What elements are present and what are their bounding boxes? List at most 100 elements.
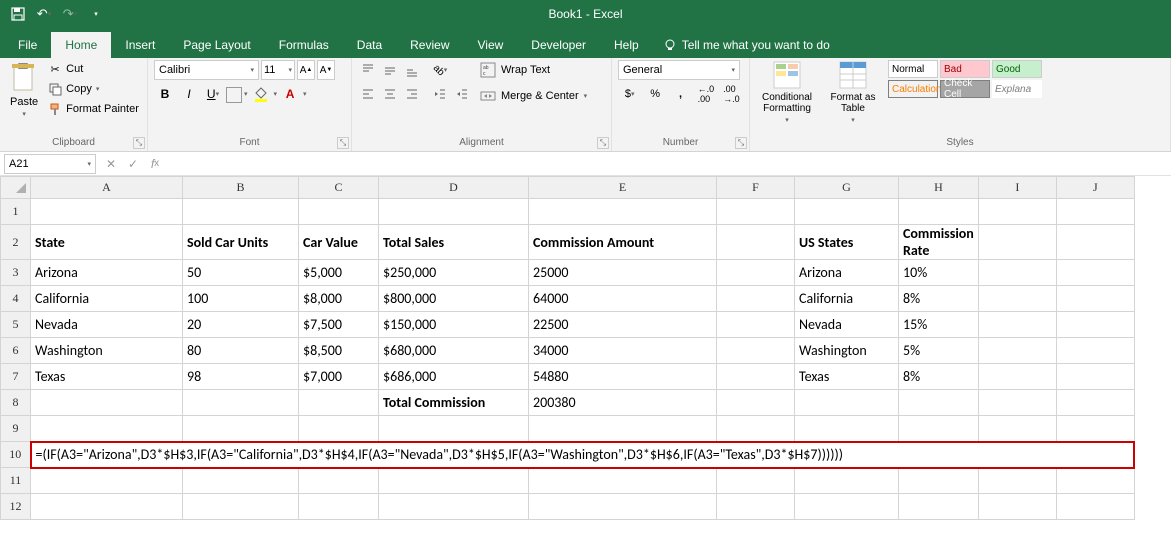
align-top-button[interactable] [358,60,378,80]
cell-B4[interactable]: 100 [183,286,299,312]
copy-button[interactable]: Copy ▾ [46,80,141,98]
cell-A3[interactable]: Arizona [31,260,183,286]
cell-D4[interactable]: $800,000 [379,286,529,312]
cell-E12[interactable] [529,494,717,520]
cell-G5[interactable]: Nevada [795,312,899,338]
cancel-formula-button[interactable]: ✕ [100,154,122,174]
formula-input[interactable] [166,154,1171,174]
qat-customize-icon[interactable]: ▾ [86,4,106,24]
style-good[interactable]: Good [992,60,1042,78]
cell-C1[interactable] [299,199,379,225]
merge-center-button[interactable]: Merge & Center ▾ [478,86,589,106]
cell-C6[interactable]: $8,500 [299,338,379,364]
cell-J9[interactable] [1056,416,1134,442]
borders-button[interactable] [226,87,242,103]
cell-I3[interactable] [978,260,1056,286]
row-header-6[interactable]: 6 [1,338,31,364]
style-normal[interactable]: Normal [888,60,938,78]
cell-G1[interactable] [795,199,899,225]
cell-D5[interactable]: $150,000 [379,312,529,338]
cell-F7[interactable] [717,364,795,390]
cell-E2[interactable]: Commission Amount [529,225,717,260]
cell-D7[interactable]: $686,000 [379,364,529,390]
col-header-B[interactable]: B [183,177,299,199]
italic-button[interactable]: I [178,84,200,104]
enter-formula-button[interactable]: ✓ [122,154,144,174]
cell-F9[interactable] [717,416,795,442]
format-painter-button[interactable]: Format Painter [46,100,141,118]
cell-C7[interactable]: $7,000 [299,364,379,390]
save-icon[interactable] [8,4,28,24]
cell-H5[interactable]: 15% [899,312,979,338]
cell-F11[interactable] [717,468,795,494]
cell-E5[interactable]: 22500 [529,312,717,338]
row-header-1[interactable]: 1 [1,199,31,225]
cell-D2[interactable]: Total Sales [379,225,529,260]
increase-indent-button[interactable] [452,84,472,104]
cell-E3[interactable]: 25000 [529,260,717,286]
cell-B3[interactable]: 50 [183,260,299,286]
font-size-select[interactable]: 11 ▾ [261,60,295,80]
cell-I8[interactable] [978,390,1056,416]
font-color-button[interactable]: A [279,84,301,104]
cell-B8[interactable] [183,390,299,416]
cell-B5[interactable]: 20 [183,312,299,338]
align-left-button[interactable] [358,84,378,104]
cell-F3[interactable] [717,260,795,286]
fill-color-button[interactable] [250,84,272,104]
tell-me-search[interactable]: Tell me what you want to do [653,32,840,58]
cell-I5[interactable] [978,312,1056,338]
tab-developer[interactable]: Developer [517,32,600,58]
cell-E9[interactable] [529,416,717,442]
cell-H1[interactable] [899,199,979,225]
cell-H6[interactable]: 5% [899,338,979,364]
cell-E6[interactable]: 34000 [529,338,717,364]
cell-J6[interactable] [1056,338,1134,364]
cell-G11[interactable] [795,468,899,494]
cell-E7[interactable]: 54880 [529,364,717,390]
style-check-cell[interactable]: Check Cell [940,80,990,98]
tab-page-layout[interactable]: Page Layout [169,32,264,58]
select-all-button[interactable] [1,177,31,199]
name-box[interactable]: A21 ▾ [4,154,96,174]
cell-C5[interactable]: $7,500 [299,312,379,338]
comma-format-button[interactable]: , [669,84,692,104]
bold-button[interactable]: B [154,84,176,104]
cell-J8[interactable] [1056,390,1134,416]
cell-A2[interactable]: State [31,225,183,260]
cell-E4[interactable]: 64000 [529,286,717,312]
row-header-8[interactable]: 8 [1,390,31,416]
number-launcher[interactable]: ⤡ [735,137,747,149]
cell-A6[interactable]: Washington [31,338,183,364]
worksheet-grid[interactable]: A B C D E F G H I J 1 2 State Sold Car U… [0,176,1171,520]
cell-A5[interactable]: Nevada [31,312,183,338]
cell-F5[interactable] [717,312,795,338]
tab-formulas[interactable]: Formulas [265,32,343,58]
tab-file[interactable]: File [4,32,51,58]
cell-B12[interactable] [183,494,299,520]
row-header-9[interactable]: 9 [1,416,31,442]
cell-A7[interactable]: Texas [31,364,183,390]
cell-E8[interactable]: 200380 [529,390,717,416]
increase-font-button[interactable]: A▲ [297,60,315,80]
cell-C4[interactable]: $8,000 [299,286,379,312]
cell-G2[interactable]: US States [795,225,899,260]
col-header-F[interactable]: F [717,177,795,199]
tab-review[interactable]: Review [396,32,463,58]
cell-J3[interactable] [1056,260,1134,286]
cell-B7[interactable]: 98 [183,364,299,390]
cell-E1[interactable] [529,199,717,225]
chevron-down-icon[interactable]: ▾ [274,90,278,98]
cell-D8[interactable]: Total Commission [379,390,529,416]
col-header-J[interactable]: J [1056,177,1134,199]
align-middle-button[interactable] [380,60,400,80]
font-launcher[interactable]: ⤡ [337,137,349,149]
undo-icon[interactable]: ↶▾ [34,4,54,24]
accounting-format-button[interactable]: $▾ [618,84,641,104]
align-right-button[interactable] [402,84,422,104]
paste-button[interactable]: Paste ▾ [6,60,42,120]
cell-F6[interactable] [717,338,795,364]
cell-I7[interactable] [978,364,1056,390]
cell-I11[interactable] [978,468,1056,494]
col-header-C[interactable]: C [299,177,379,199]
